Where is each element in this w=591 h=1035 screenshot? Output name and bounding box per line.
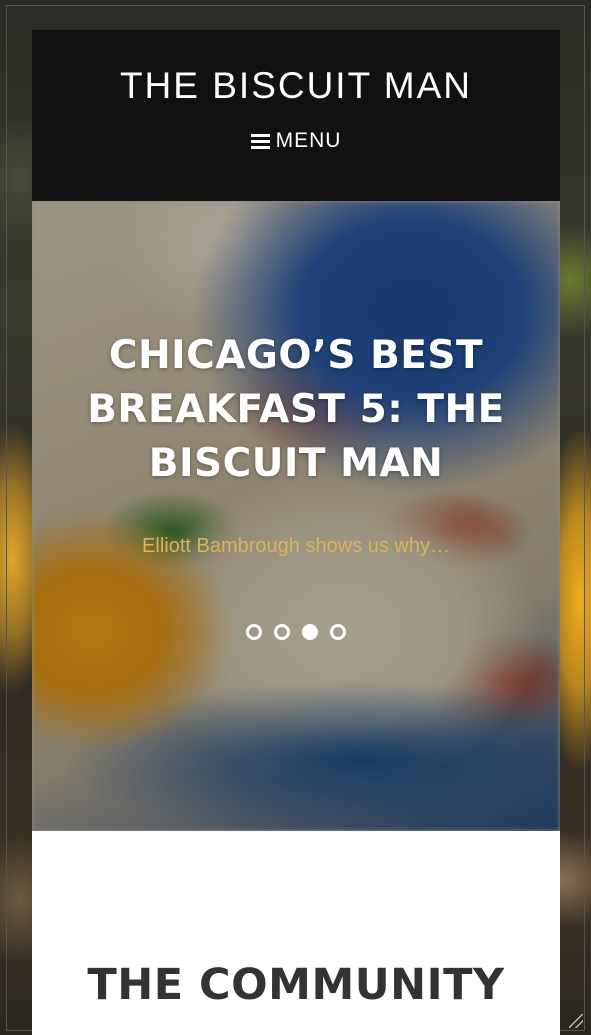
slider-dot-1[interactable] [246,624,262,640]
page-container: THE BISCUIT MAN MENU CHICAGO’S BEST BREA… [32,30,560,1035]
slider-dots [32,624,560,640]
hero-subtitle: Elliott Bambrough shows us why… [142,535,450,557]
hero-title[interactable]: CHICAGO’S BEST BREAKFAST 5: THE BISCUIT … [56,329,536,491]
section-heading: THE COMMUNITY [87,960,505,1010]
slider-dot-2[interactable] [274,624,290,640]
menu-button[interactable]: MENU [250,129,342,153]
hero-content: CHICAGO’S BEST BREAKFAST 5: THE BISCUIT … [32,329,560,640]
hero-slider[interactable]: CHICAGO’S BEST BREAKFAST 5: THE BISCUIT … [32,201,560,831]
menu-label: MENU [275,129,342,152]
slider-dot-4[interactable] [330,624,346,640]
hamburger-icon [250,133,270,149]
resize-grip-icon[interactable] [569,1014,583,1028]
site-title[interactable]: THE BISCUIT MAN [32,30,560,108]
community-section: THE COMMUNITY [32,831,560,1035]
slider-dot-3[interactable] [302,624,318,640]
site-header: THE BISCUIT MAN MENU [32,30,560,201]
